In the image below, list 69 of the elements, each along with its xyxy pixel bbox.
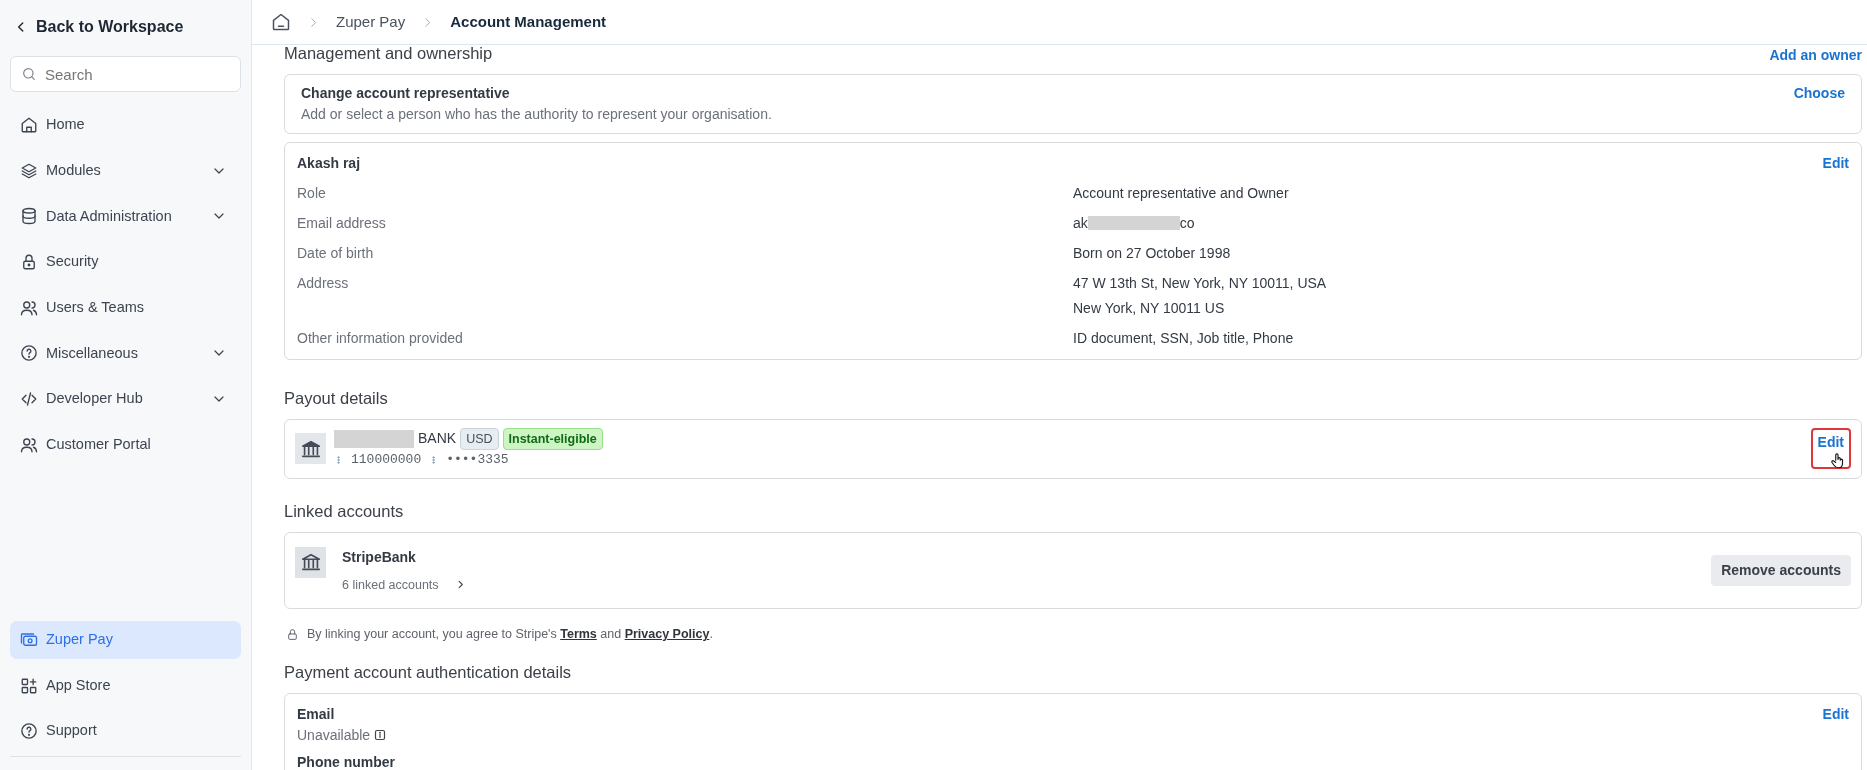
field-label: Email (297, 704, 336, 724)
sidebar-item[interactable]: Data Administration (10, 197, 241, 236)
field-value: ID document, SSN, Job title, Phone (1073, 328, 1294, 348)
sidebar-item[interactable]: Home (10, 106, 241, 144)
field-label: Other information provided (297, 328, 464, 348)
sidebar-item[interactable]: Users & Teams (10, 288, 241, 327)
remove-accounts-button[interactable]: Remove accounts (1711, 554, 1851, 586)
card-description: Add or select a person who has the authority to represent your organisation. (301, 104, 772, 124)
sidebar-item[interactable]: Miscellaneous (10, 334, 241, 373)
sidebar-item[interactable]: App Store (10, 666, 241, 705)
field-label: Role (297, 183, 327, 203)
bank-name: StripeBank (342, 547, 417, 567)
home-icon (271, 12, 291, 32)
person-name: Akash raj (297, 153, 361, 173)
account-number: ••••3335 (446, 451, 509, 470)
field-label: Phone number (297, 752, 395, 770)
bank-icon (295, 546, 326, 578)
sidebar-item[interactable]: Customer Portal (10, 425, 241, 464)
bank-name: BANK (418, 429, 457, 449)
field-value: ak (1073, 213, 1088, 233)
layers-icon (20, 161, 38, 180)
edit-link[interactable]: Edit (1822, 152, 1849, 174)
users-icon (20, 298, 38, 317)
breadcrumb-current: Account Management (450, 11, 607, 32)
help-icon (20, 722, 38, 741)
breadcrumb-link[interactable]: Zuper Pay (336, 10, 406, 34)
section-title: Payout details (284, 387, 389, 409)
help-icon (20, 344, 38, 363)
users-icon (20, 435, 38, 454)
field-label: Date of birth (297, 243, 375, 263)
field-value: Account representative and Owner (1073, 183, 1289, 203)
edit-link[interactable]: Edit (1822, 703, 1849, 725)
field-value: Born on 27 October 1998 (1073, 243, 1231, 263)
terms-link[interactable]: Privacy Policy (624, 627, 710, 642)
currency-tag: USD (460, 427, 499, 451)
field-label: Email address (297, 213, 387, 233)
field-label: Address (297, 273, 350, 293)
section-title: Management and ownership (284, 45, 493, 64)
lock-icon (286, 628, 299, 642)
linked-accounts-link[interactable]: 6 linked accounts (342, 575, 466, 595)
field-value: Unavailable (297, 725, 371, 745)
status-tag: Instant-eligible (502, 427, 603, 451)
routing-number: 110000000 (351, 451, 422, 470)
section-title: Linked accounts (284, 500, 405, 522)
field-value: 47 W 13th St, New York, NY 10011, USA (1073, 273, 1327, 293)
home-icon (20, 116, 38, 134)
add-owner-link[interactable]: Add an owner (1769, 45, 1862, 66)
sidebar-item[interactable]: Developer Hub (10, 380, 241, 419)
bank-icon (295, 433, 326, 465)
money-icon (20, 630, 38, 649)
field-value: New York, NY 10011 US (1073, 298, 1226, 318)
search-field[interactable]: Search (10, 56, 241, 92)
section-title: Payment account authentication details (284, 662, 573, 683)
choose-link[interactable]: Choose (1793, 82, 1845, 104)
sidebar-item[interactable]: Modules (10, 151, 241, 190)
code-icon (20, 390, 38, 409)
apps-icon (20, 676, 38, 695)
lock-icon (20, 253, 38, 272)
back-link[interactable]: Back to Workspace (10, 14, 241, 40)
card-title: Change account representative (301, 83, 511, 103)
sidebar-item[interactable]: Support (10, 712, 241, 751)
search-icon (21, 66, 37, 82)
terms-text: By linking your account, you agree to Stripe's Terms and Privacy Policy. (307, 626, 713, 644)
terms-link[interactable]: Terms (560, 627, 597, 642)
sidebar-item[interactable]: Zuper Pay (10, 620, 241, 659)
database-icon (20, 207, 38, 226)
sidebar-item[interactable]: Security (10, 243, 241, 282)
edit-link[interactable]: Edit (1810, 428, 1851, 470)
field-value: co (1179, 213, 1195, 233)
